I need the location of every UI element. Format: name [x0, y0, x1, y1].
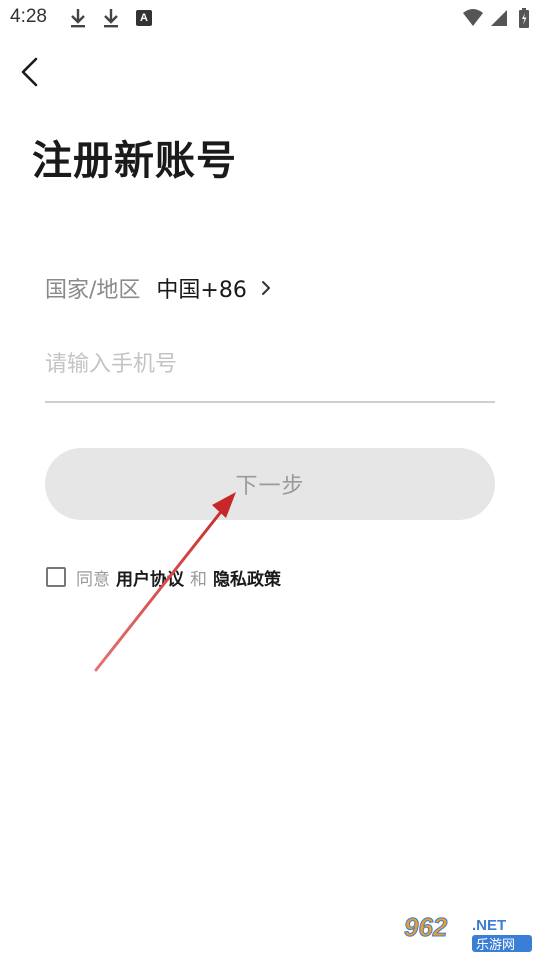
agreement-row: 同意 用户协议 和 隐私政策	[46, 565, 281, 590]
watermark-logo: 962 .NET 乐游网	[400, 910, 536, 954]
watermark-text: 乐游网	[476, 938, 515, 953]
download-icon	[71, 9, 85, 28]
agree-checkbox[interactable]	[46, 567, 66, 587]
chevron-right-icon	[261, 281, 270, 295]
wifi-icon	[463, 9, 483, 26]
battery-icon	[519, 8, 529, 28]
next-button[interactable]: 下一步	[45, 448, 495, 520]
page-title: 注册新账号	[32, 138, 237, 184]
country-value: 中国+86	[156, 278, 247, 303]
input-underline	[45, 401, 495, 403]
watermark-number: 962	[404, 912, 448, 942]
country-selector[interactable]: 国家/地区 中国+86	[45, 270, 273, 306]
privacy-policy-link[interactable]: 隐私政策	[213, 565, 281, 590]
agree-and: 和	[190, 569, 207, 590]
country-label: 国家/地区	[45, 278, 141, 303]
watermark-suffix: .NET	[472, 917, 506, 934]
phone-input[interactable]	[45, 340, 495, 388]
agree-prefix: 同意	[76, 569, 110, 590]
back-arrow-icon[interactable]	[14, 54, 48, 90]
a-icon: A	[136, 10, 152, 26]
signal-icon	[491, 10, 507, 26]
status-bar: 4:28 A	[0, 0, 540, 36]
user-agreement-link[interactable]: 用户协议	[116, 565, 184, 590]
download-icon	[104, 9, 118, 28]
status-time: 4:28	[10, 6, 47, 27]
